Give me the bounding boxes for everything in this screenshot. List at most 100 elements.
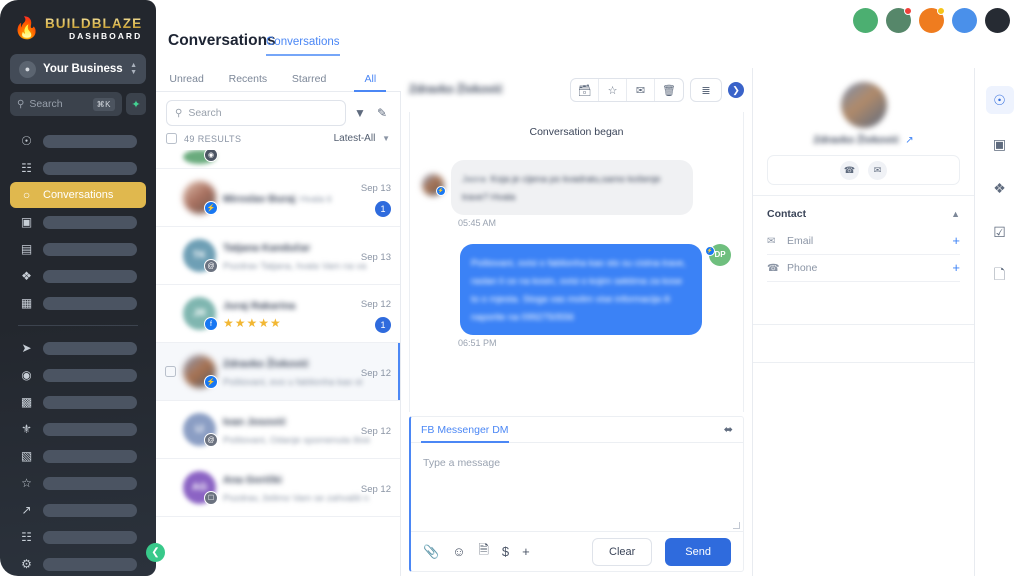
envelope-icon[interactable]: ✉ [627,79,655,101]
sidebar-item-1[interactable]: ☷ [10,155,146,181]
dot-blue[interactable] [952,8,977,33]
panel-divider [753,362,974,400]
sidebar-divider [18,325,138,326]
select-all-checkbox[interactable] [166,133,177,144]
message-pane: Zdravko Živković 🗃 ☆ ✉ 🗑 ≣ ❯ Conversatio… [401,68,753,576]
list-item[interactable]: AG ☐ Ana Gorički Pozdrav, želimo Vam se … [156,459,400,517]
paperclip-icon[interactable]: 📎 [423,544,439,560]
composer-body[interactable]: Type a message [411,443,743,531]
messenger-icon: ⚡ [705,245,715,256]
sidebar-item-12[interactable]: ☆ [10,470,146,496]
sidebar-item-3[interactable]: ▣ [10,209,146,235]
dot-green[interactable] [853,8,878,33]
trash-icon[interactable]: 🗑 [655,79,683,101]
list-item[interactable]: TK @ Tatjana Kandučar Pozdrav Tatjana, h… [156,227,400,285]
tab-unread[interactable]: Unread [156,66,217,92]
compose-pencil-icon[interactable]: ✎ [374,106,390,120]
list-item-name: Ana Gorički [223,473,282,486]
contact-field-email[interactable]: ✉ Email + [767,228,960,255]
dot-green-alert[interactable] [886,7,912,33]
list-item[interactable]: ◉ [156,150,400,169]
sidebar-item-11[interactable]: ▧ [10,443,146,469]
flame-icon: 🔥 [13,16,40,40]
list-search-input[interactable]: ⚲ Search [166,100,346,126]
sidebar-item-6[interactable]: ▦ [10,290,146,316]
composer-placeholder: Type a message [423,457,501,469]
list-item-selected[interactable]: ⚡ Zdravko Živković Poštovani, evo u fabl… [156,343,400,401]
dollar-icon[interactable]: $ [502,544,509,559]
send-button[interactable]: Send [665,537,731,566]
receipt-dollar-icon: ▦ [20,296,33,310]
dot-orange[interactable] [919,7,945,33]
chevron-down-icon: ▼ [382,134,390,143]
thread-title: Zdravko Živković [409,84,503,96]
chevron-up-icon[interactable]: ▲ [951,209,960,219]
envelope-icon[interactable]: ✉ [868,160,887,180]
message-avatar: DP ⚡ [705,243,731,266]
contact-header: Zdravko Živković ↗ ☎ ✉ [753,68,974,195]
list-item[interactable]: JR f Juraj Rakarina ★★★★★ Sep 12 1 [156,285,400,343]
messenger-icon: ⚡ [436,186,446,196]
add-email-button[interactable]: + [952,234,960,247]
left-sidebar: 🔥 BUILDBLAZE DASHBOARD ● Your Business ▲… [0,0,156,576]
conversation-scroll[interactable]: ◉ ⚡ Miroslav Ðuraj Hvala ti Sep 13 1 TK … [156,150,400,570]
sort-dropdown[interactable]: Latest-All ▼ [334,133,390,144]
star-icon[interactable]: ☆ [599,79,627,101]
expand-arrows-icon[interactable]: ⬌ [724,423,733,436]
brand-name: BUILDBLAZE [44,15,143,31]
sidebar-item-7[interactable]: ➤ [10,335,146,361]
rail-contact[interactable]: ☉ [985,86,1014,114]
list-item-name: Zdravko Živković [223,357,309,370]
composer-footer: 📎 ☺ 🗎 $ + Clear Send [411,531,743,571]
sidebar-item-10[interactable]: ⚜ [10,416,146,442]
list-item[interactable]: ⚡ Miroslav Ðuraj Hvala ti Sep 13 1 [156,169,400,227]
clear-button[interactable]: Clear [592,537,653,566]
row-checkbox[interactable] [165,366,176,377]
next-conversation-button[interactable]: ❯ [728,82,744,98]
tab-starred[interactable]: Starred [279,66,340,92]
tab-conversations[interactable]: Conversations [266,36,340,56]
add-phone-button[interactable]: + [952,261,960,274]
sparkle-icon[interactable]: ✦ [126,93,146,115]
rail-automation[interactable]: ❖ [986,174,1014,202]
sidebar-item-label-redacted [43,296,137,310]
phone-icon[interactable]: ☎ [840,160,859,180]
messenger-icon: ⚡ [204,375,218,389]
sidebar-item-15[interactable]: ⚙ [10,551,146,576]
sidebar-item-0[interactable]: ☉ [10,128,146,154]
sidebar-item-conversations[interactable]: ○ Conversations [10,182,146,208]
search-input[interactable]: ⚲ Search ⌘K [10,92,122,116]
list-search-row: ⚲ Search ▼ ✎ [156,92,400,130]
folder-minus-icon[interactable]: 🗃 [571,79,599,101]
sidebar-item-4[interactable]: ▤ [10,236,146,262]
sidebar-item-8[interactable]: ◉ [10,362,146,388]
smiley-icon[interactable]: ☺ [452,544,465,559]
right-icon-rail: ☉ ▣ ❖ ☑ 🗋 [975,68,1024,576]
rail-tasks[interactable]: ☑ [986,218,1014,246]
dot-dark[interactable] [985,8,1010,33]
contact-field-phone[interactable]: ☎ Phone + [767,255,960,282]
document-icon[interactable]: 🗎 [478,541,488,563]
sidebar-item-5[interactable]: ❖ [10,263,146,289]
tab-all[interactable]: All [340,66,401,92]
filter-lines-icon[interactable]: ≣ [690,78,722,102]
sidebar-item-14[interactable]: ☷ [10,524,146,550]
rail-calendar[interactable]: ▣ [986,130,1014,158]
sidebar-collapse-button[interactable]: ❮ [146,543,165,562]
resize-handle[interactable] [733,522,740,529]
contact-section: Contact ▲ ✉ Email + ☎ Phone + [753,195,974,282]
rail-notes[interactable]: 🗋 [986,262,1014,290]
sidebar-item-9[interactable]: ▩ [10,389,146,415]
thread-toolbar: 🗃 ☆ ✉ 🗑 [570,78,684,102]
at-mail-icon: @ [204,433,218,447]
sidebar-item-13[interactable]: ↗ [10,497,146,523]
list-item[interactable]: IJ @ Ivan Josović Poštovani, Odanje spom… [156,401,400,459]
external-link-icon[interactable]: ↗ [905,135,913,146]
message-text: Koja je cijena po kvadratu,samo košenje … [462,174,661,204]
composer-channel-tab[interactable]: FB Messenger DM [421,417,509,443]
funnel-icon[interactable]: ▼ [352,106,368,120]
plus-icon[interactable]: + [522,544,530,559]
app-window: 🔥 BUILDBLAZE DASHBOARD ● Your Business ▲… [0,0,1024,576]
tab-recents[interactable]: Recents [217,66,278,92]
business-selector[interactable]: ● Your Business ▲ ▼ [10,54,146,84]
